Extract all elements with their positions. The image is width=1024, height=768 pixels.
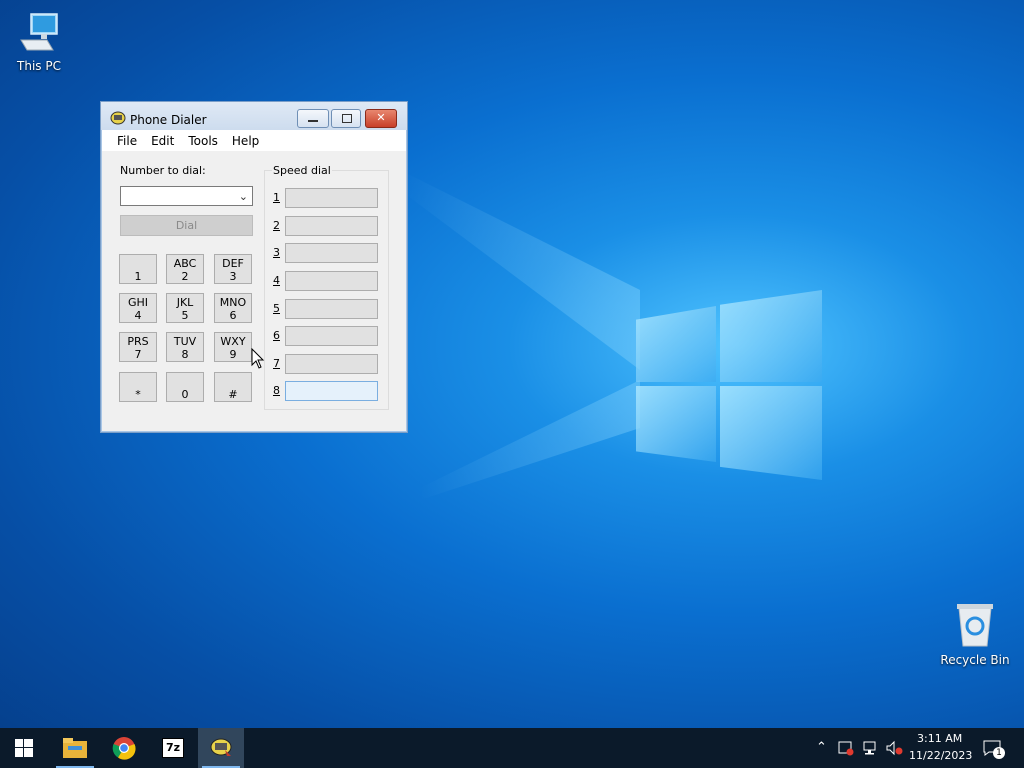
key-digit: 2 [181,270,189,283]
speed-dial-button-6[interactable] [285,326,378,346]
speed-dial-button-3[interactable] [285,243,378,263]
chevron-down-icon[interactable]: ⌄ [239,190,248,203]
speed-dial-row: 6 [273,326,383,346]
taskbar: 7z ⌃ 3:11 AM 11/22/2023 1 [0,728,1024,768]
speed-dial-row: 8 [273,381,383,401]
taskbar-file-explorer[interactable] [52,728,98,768]
maximize-button[interactable] [331,109,361,128]
taskbar-chrome[interactable] [101,728,147,768]
speed-dial-number: 2 [273,219,280,232]
speed-dial-row: 7 [273,354,383,374]
key-digit: 6 [229,309,237,322]
speed-dial-button-7[interactable] [285,354,378,374]
phone-dialer-icon [110,111,126,125]
key-digit: 1 [134,270,142,283]
clock-time[interactable]: 3:11 AM [917,732,962,745]
speed-dial-label: Speed dial [272,164,332,177]
key-6[interactable]: MNO 6 [214,293,252,323]
speed-dial-number: 7 [273,357,280,370]
desktop-icon-label: Recycle Bin [940,653,1010,667]
speed-dial-number: 3 [273,246,280,259]
dial-button[interactable]: Dial [120,215,253,236]
speed-dial-row: 2 [273,216,383,236]
windows-wallpaper-logo [636,290,822,480]
key-star[interactable]: * [119,372,157,402]
notification-count-badge: 1 [993,747,1005,759]
phone-dialer-icon [210,738,232,756]
show-hidden-icons-chevron-icon[interactable]: ⌃ [816,740,827,755]
speed-dial-number: 4 [273,274,280,287]
menu-help[interactable]: Help [225,130,266,151]
file-explorer-icon [63,738,87,758]
speed-dial-button-4[interactable] [285,271,378,291]
chrome-icon [112,737,136,760]
start-icon [15,739,33,757]
close-icon: ✕ [376,111,386,124]
close-button[interactable]: ✕ [365,109,397,128]
menu-edit[interactable]: Edit [144,130,181,151]
phone-dialer-window: Phone Dialer ✕ File Edit Tools Help Numb… [100,101,408,433]
clock-date[interactable]: 11/22/2023 [909,749,972,762]
speed-dial-number: 5 [273,302,280,315]
number-to-dial-label: Number to dial: [120,164,206,177]
key-hash[interactable]: # [214,372,252,402]
speed-dial-row: 4 [273,271,383,291]
wallpaper-light-beam [420,380,640,500]
key-digit: 4 [134,309,142,322]
mouse-cursor-icon [251,348,265,369]
start-button[interactable] [0,728,46,768]
7zip-label: 7z [165,741,181,754]
minimize-button[interactable] [297,109,329,128]
menu-tools[interactable]: Tools [181,130,225,151]
window-title: Phone Dialer [130,113,207,127]
speed-dial-button-5[interactable] [285,299,378,319]
speed-dial-button-1[interactable] [285,188,378,208]
key-1[interactable]: 1 [119,254,157,284]
speed-dial-number: 1 [273,191,280,204]
key-digit: 3 [229,270,237,283]
network-icon[interactable] [862,740,878,756]
volume-muted-icon[interactable] [886,740,904,756]
wallpaper-light-beam [400,170,640,370]
taskbar-7zip[interactable]: 7z [150,728,196,768]
speed-dial-button-8[interactable] [285,381,378,401]
dialer-body: Number to dial: ⌄ Dial 1 ABC 2 DEF 3 GHI 4 … [101,152,407,432]
speed-dial-row: 1 [273,188,383,208]
key-2[interactable]: ABC 2 [166,254,204,284]
recycle-bin-icon [957,604,993,647]
7zip-icon: 7z [162,738,184,758]
menu-bar: File Edit Tools Help [102,130,406,151]
key-digit: 7 [134,348,142,361]
key-3[interactable]: DEF 3 [214,254,252,284]
key-digit: 5 [181,309,189,322]
key-9[interactable]: WXY 9 [214,332,252,362]
taskbar-phone-dialer[interactable] [198,728,244,768]
security-icon[interactable] [838,740,854,756]
key-digit: * [135,388,141,401]
key-digit: # [228,388,238,401]
key-digit: 8 [181,348,189,361]
key-5[interactable]: JKL 5 [166,293,204,323]
menu-file[interactable]: File [110,130,144,151]
minimize-icon [308,120,318,122]
desktop-icon-this-pc[interactable]: This PC [2,10,76,73]
key-8[interactable]: TUV 8 [166,332,204,362]
number-to-dial-combo[interactable]: ⌄ [120,186,253,206]
speed-dial-row: 3 [273,243,383,263]
key-digit: 9 [229,348,237,361]
title-bar[interactable]: Phone Dialer ✕ [101,102,407,130]
computer-icon [20,13,58,51]
speed-dial-number: 8 [273,384,280,397]
key-7[interactable]: PRS 7 [119,332,157,362]
key-4[interactable]: GHI 4 [119,293,157,323]
desktop-icon-label: This PC [17,59,61,73]
key-digit: 0 [181,388,189,401]
maximize-icon [342,114,352,123]
action-center-button[interactable]: 1 [980,736,1005,760]
speed-dial-button-2[interactable] [285,216,378,236]
desktop-icon-recycle-bin[interactable]: Recycle Bin [938,600,1012,667]
key-0[interactable]: 0 [166,372,204,402]
speed-dial-row: 5 [273,299,383,319]
speed-dial-number: 6 [273,329,280,342]
